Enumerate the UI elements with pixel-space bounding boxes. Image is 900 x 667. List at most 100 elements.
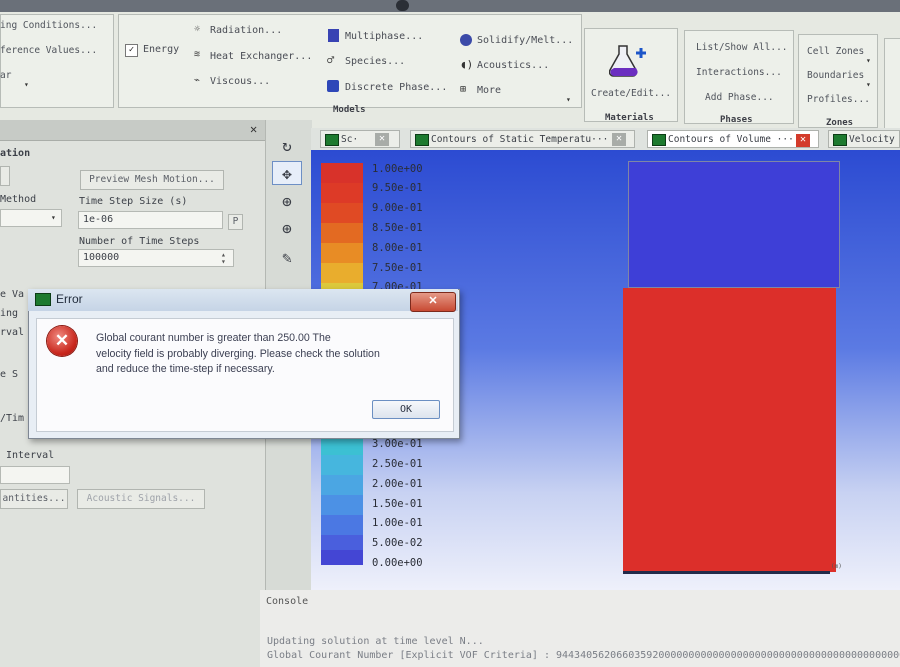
preview-mesh-motion-button[interactable]: Preview Mesh Motion...	[80, 170, 224, 190]
close-tab-icon[interactable]: ✕	[375, 133, 389, 146]
colorbar-block	[321, 263, 363, 283]
window-icon	[833, 134, 847, 146]
boundary-conditions-button[interactable]: ing Conditions...	[0, 20, 97, 31]
ribbon-tab[interactable]	[345, 0, 385, 11]
viscous-button[interactable]: Viscous...	[210, 76, 270, 87]
solidify-melt-button[interactable]: Solidify/Melt...	[477, 35, 573, 46]
spinner-icon[interactable]: ▴ ▾	[221, 251, 226, 266]
dialog-close-button[interactable]: ✕	[410, 292, 456, 312]
label-fragment: ing	[0, 308, 19, 319]
solidify-melt-icon	[460, 34, 472, 46]
colorbar-block	[321, 515, 363, 535]
chevron-down-icon[interactable]: ▾	[566, 95, 571, 104]
tab-label: Sc·	[341, 134, 359, 145]
flask-icon[interactable]	[608, 44, 646, 78]
add-phase-button[interactable]: Add Phase...	[705, 92, 774, 103]
models-group-label: Models	[333, 105, 366, 115]
discrete-phase-icon	[327, 80, 339, 92]
energy-checkbox[interactable]: ✓	[125, 44, 138, 57]
ribbon-tab[interactable]	[150, 0, 210, 11]
colorbar-block	[321, 495, 363, 515]
error-icon: ✕	[47, 326, 77, 356]
ribbon-tab[interactable]	[285, 0, 335, 11]
zoom-in-icon[interactable]: ⊕	[272, 217, 302, 241]
energy-label: Energy	[143, 44, 180, 55]
fluent-icon	[35, 293, 51, 306]
colorbar-label: 3.00e-01	[372, 438, 423, 450]
close-icon[interactable]: ✕	[250, 122, 257, 136]
heat-exchanger-icon: ≋	[194, 49, 201, 60]
multiphase-button[interactable]: Multiphase...	[345, 31, 423, 42]
boundaries-button[interactable]: Boundaries	[807, 70, 864, 81]
parameter-button[interactable]: P	[228, 214, 243, 230]
chevron-down-icon[interactable]: ▾	[866, 56, 871, 65]
domain-phase-bottom	[623, 288, 836, 572]
dialog-message-line: velocity field is probably diverging. Pl…	[96, 348, 380, 360]
probe-icon[interactable]: ✎	[272, 246, 302, 270]
colorbar-block	[321, 183, 363, 203]
heat-exchanger-button[interactable]: Heat Exchanger...	[210, 51, 312, 62]
time-step-size-field[interactable]: 1e-06	[78, 211, 223, 229]
cell-zones-button[interactable]: Cell Zones	[807, 46, 864, 57]
close-tab-icon[interactable]: ✕	[612, 133, 626, 146]
phases-group-label: Phases	[720, 115, 753, 125]
close-tab-icon[interactable]: ✕	[796, 134, 810, 147]
acoustic-signals-button: Acoustic Signals...	[77, 489, 205, 509]
pan-icon[interactable]: ✥	[272, 161, 302, 185]
tab-label: Contours of Static Temperatu···	[431, 134, 609, 145]
species-button[interactable]: Species...	[345, 56, 405, 67]
number-of-time-steps-label: Number of Time Steps	[79, 236, 200, 247]
colorbar-label: 2.50e-01	[372, 458, 423, 470]
ribbon-tab[interactable]	[220, 0, 270, 11]
species-icon: ♂	[327, 53, 335, 67]
chevron-down-icon[interactable]: ▾	[24, 80, 29, 89]
discrete-phase-button[interactable]: Discrete Phase...	[345, 82, 447, 93]
zoom-icon[interactable]: ⊕	[272, 190, 302, 214]
label-fragment: rval	[0, 327, 25, 338]
colorbar-block	[321, 243, 363, 263]
partial-button[interactable]	[0, 166, 10, 186]
time-step-size-label: Time Step Size (s)	[79, 196, 188, 207]
colorbar-label: 1.00e+00	[372, 163, 423, 175]
tab-velocity[interactable]: Velocity	[828, 130, 900, 148]
acoustics-icon: ◖)	[460, 58, 474, 71]
colorbar-label: 1.50e-01	[372, 498, 423, 510]
tab-contours-static-temperature[interactable]: Contours of Static Temperatu···	[410, 130, 635, 148]
window-icon	[325, 134, 339, 146]
profiles-button[interactable]: Profiles...	[807, 94, 870, 105]
acoustics-button[interactable]: Acoustics...	[477, 60, 549, 71]
chevron-down-icon[interactable]: ▾	[866, 80, 871, 89]
materials-group-label: Materials	[605, 113, 654, 123]
colorbar-block	[321, 475, 363, 495]
interval-field[interactable]	[0, 466, 70, 484]
interactions-button[interactable]: Interactions...	[696, 67, 782, 78]
radiation-icon: ☼	[194, 24, 201, 35]
window-icon	[652, 134, 666, 146]
console-line: Updating solution at time level N...	[267, 636, 484, 647]
multiphase-icon	[328, 29, 339, 42]
chevron-down-icon[interactable]: ▾	[51, 213, 56, 222]
tab-label: Contours of Volume ···	[668, 134, 794, 145]
window-icon	[415, 134, 429, 146]
colorbar-label: 8.00e-01	[372, 242, 423, 254]
more-button[interactable]: More	[477, 85, 501, 96]
rotate-icon[interactable]: ↻	[272, 134, 302, 158]
help-icon[interactable]	[396, 0, 409, 11]
colorbar-label: 2.00e-01	[372, 478, 423, 490]
reference-values-button[interactable]: ference Values...	[0, 45, 97, 56]
colorbar-block	[321, 535, 363, 550]
dialog-title: Error	[56, 292, 83, 306]
report-quantities-button[interactable]: antities...	[0, 489, 68, 509]
setup-item-button[interactable]: ar	[0, 70, 11, 81]
radiation-button[interactable]: Radiation...	[210, 25, 282, 36]
create-edit-button[interactable]: Create/Edit...	[591, 88, 671, 99]
tab-contours-volume[interactable]: Contours of Volume ···	[647, 130, 819, 148]
ok-button[interactable]: OK	[372, 400, 440, 419]
colorbar-block	[321, 550, 363, 565]
console-line: Global Courant Number [Explicit VOF Crit…	[267, 650, 900, 661]
list-show-all-button[interactable]: List/Show All...	[696, 42, 788, 53]
number-of-time-steps-field[interactable]: 100000	[78, 249, 234, 267]
viscous-icon: ⌁	[194, 75, 201, 86]
console-title: Console	[266, 596, 309, 607]
next-group	[884, 38, 900, 130]
